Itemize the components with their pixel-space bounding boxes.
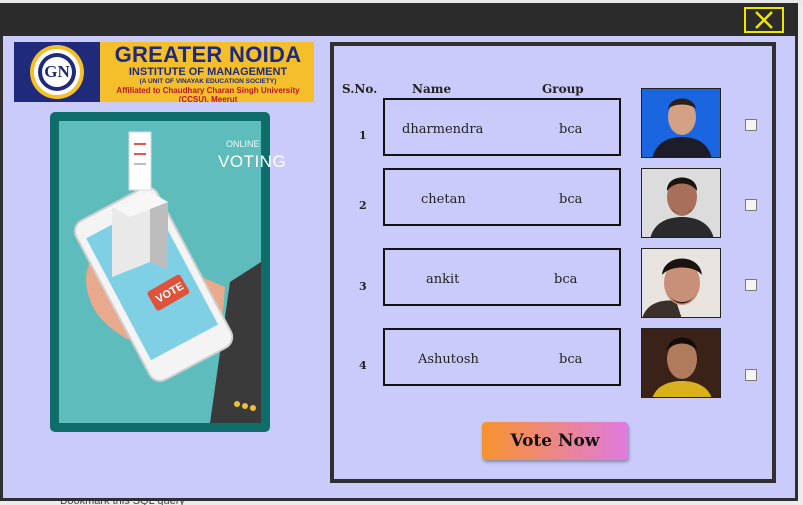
vote-now-button[interactable]: Vote Now [482,422,628,460]
candidate-row[interactable]: chetan bca [383,168,621,226]
close-button[interactable] [744,7,784,33]
candidate-name: chetan [421,192,466,207]
logo-emblem: GN [14,42,100,102]
candidate-photo [641,328,721,398]
candidate-row[interactable]: ankit bca [383,248,621,306]
vote-checkbox[interactable] [745,199,757,211]
poster-line1: ONLINE [226,139,260,149]
vote-checkbox[interactable] [745,119,757,131]
candidate-name: Ashutosh [418,352,479,367]
candidate-row[interactable]: Ashutosh bca [383,328,621,386]
client-area: GN GREATER NOIDA INSTITUTE OF MANAGEMENT… [3,36,795,498]
candidate-name: ankit [426,272,460,287]
logo-subtitle: INSTITUTE OF MANAGEMENT [128,66,288,78]
group-header: Group [542,82,584,96]
candidate-photo [641,248,721,318]
close-icon [755,11,773,29]
logo-title: GREATER NOIDA [114,42,302,67]
vote-checkbox[interactable] [745,369,757,381]
candidate-group: bca [554,272,578,287]
candidate-photo [641,88,721,158]
candidate-panel: S.No. Name Group 1 dharmendra bca 2 chet… [330,42,776,483]
voting-window: GN GREATER NOIDA INSTITUTE OF MANAGEMENT… [0,3,798,501]
row-sno: 2 [359,199,367,212]
row-sno: 1 [359,129,367,142]
logo-unit: (A UNIT OF VINAYAK EDUCATION SOCIETY) [139,78,277,85]
candidate-photo [641,168,721,238]
poster-line2: VOTING [218,152,287,171]
candidate-group: bca [559,352,583,367]
vote-checkbox[interactable] [745,279,757,291]
row-sno: 4 [359,359,367,372]
logo-emblem-letters: GN [44,62,70,81]
name-header: Name [412,82,452,96]
logo-affiliation: Affiliated to Chaudhary Charan Singh Uni… [116,86,300,102]
online-voting-poster: ONLINE VOTING VOTE [50,112,286,432]
institute-logo: GN GREATER NOIDA INSTITUTE OF MANAGEMENT… [14,42,314,102]
sno-header: S.No. [342,82,378,96]
candidate-group: bca [559,122,583,137]
candidate-name: dharmendra [402,122,484,137]
candidate-group: bca [559,192,583,207]
candidate-row[interactable]: dharmendra bca [383,98,621,156]
row-sno: 3 [359,280,367,293]
title-bar[interactable] [0,3,798,36]
